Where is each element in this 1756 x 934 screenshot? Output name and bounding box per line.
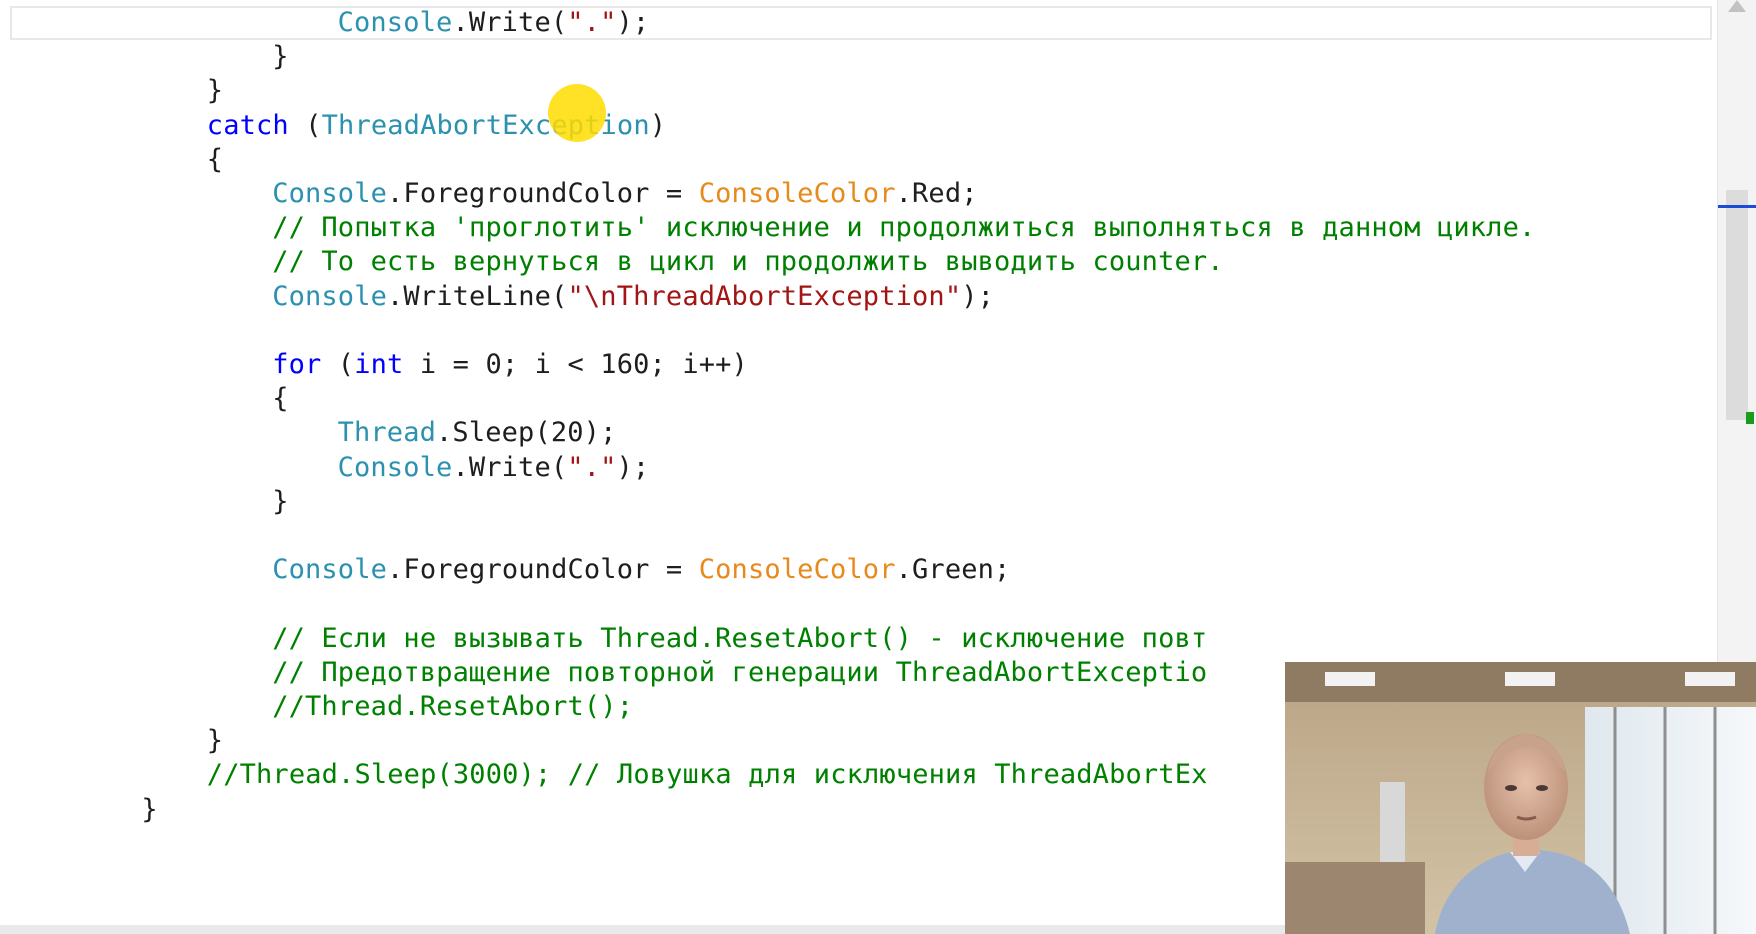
webcam-image [1285, 662, 1756, 934]
code-line[interactable]: } [207, 72, 223, 110]
code-token: .Write( [452, 7, 568, 38]
code-token: ConsoleColor [698, 554, 896, 586]
code-token: // То есть вернуться в цикл и продолжить… [272, 246, 1224, 278]
code-token: ); [616, 7, 650, 38]
code-token: .Write( [452, 451, 568, 483]
code-token: ) [649, 109, 667, 141]
code-line[interactable]: { [207, 141, 223, 179]
code-token: ); [616, 451, 650, 483]
code-token: .ForegroundColor = [387, 554, 699, 586]
code-token: "." [567, 451, 617, 483]
code-token: ( [321, 349, 355, 380]
code-line[interactable]: Console.WriteLine("\nThreadAbortExceptio… [272, 278, 994, 316]
code-token: .Green; [895, 554, 1011, 586]
code-line[interactable]: Console.ForegroundColor = ConsoleColor.G… [272, 551, 1010, 589]
code-line[interactable]: { [272, 380, 288, 418]
code-line[interactable]: } [207, 722, 223, 760]
code-token: Console [337, 451, 453, 483]
scroll-position-marker [1718, 205, 1756, 208]
code-token: .ForegroundColor = [387, 178, 699, 209]
code-token: "\nThreadAbortException" [567, 280, 962, 312]
code-line[interactable]: for (int i = 0; i < 160; i++) [272, 346, 748, 384]
code-token: } [206, 75, 224, 107]
code-token: // Если не вызывать Thread.ResetAbort() … [272, 622, 1208, 654]
code-token: } [272, 41, 289, 73]
code-token: Console [272, 280, 388, 312]
presenter-webcam-overlay [1285, 662, 1756, 934]
scroll-change-marker [1746, 412, 1754, 424]
code-line[interactable]: //Thread.Sleep(3000); // Ловушка для иск… [207, 756, 1208, 794]
code-token: Console [272, 178, 388, 209]
code-line[interactable]: // То есть вернуться в цикл и продолжить… [272, 243, 1224, 281]
code-line[interactable]: } [272, 483, 288, 521]
code-token: ConsoleColor [698, 178, 896, 209]
code-token: { [272, 383, 289, 415]
code-token: // Попытка 'проглотить' исключение и про… [272, 212, 1536, 244]
code-token: "." [567, 7, 617, 38]
code-token: } [141, 793, 158, 825]
code-token: int [354, 349, 404, 380]
code-line[interactable]: } [141, 791, 157, 829]
code-line[interactable]: // Если не вызывать Thread.ResetAbort() … [272, 620, 1207, 658]
code-token: //Thread.ResetAbort(); [272, 691, 634, 722]
code-token: Console [337, 7, 453, 38]
scroll-up-arrow-icon[interactable] [1728, 0, 1746, 12]
code-line[interactable]: Console.Write("."); [338, 4, 650, 42]
code-line[interactable]: // Попытка 'проглотить' исключение и про… [272, 209, 1535, 247]
code-token: .WriteLine( [387, 280, 568, 312]
code-token: catch [206, 109, 289, 141]
code-token: } [206, 725, 224, 757]
code-token: Thread [337, 417, 437, 449]
code-token: { [206, 143, 224, 175]
code-token: ( [288, 109, 322, 141]
cursor-highlight-icon [548, 84, 606, 142]
current-line-highlight [10, 6, 1712, 40]
code-token: .Red; [895, 178, 978, 209]
code-token: } [272, 485, 289, 517]
code-line[interactable]: // Предотвращение повторной генерации Th… [272, 654, 1207, 692]
code-token: for [272, 349, 322, 380]
code-line[interactable]: Thread.Sleep(20); [338, 414, 617, 452]
scroll-thumb[interactable] [1726, 190, 1748, 420]
code-token: //Thread.Sleep(3000); // Ловушка для иск… [206, 759, 1208, 791]
code-token: i = 0; i < 160; i++) [403, 349, 748, 380]
code-line[interactable]: } [272, 38, 288, 76]
code-token: // Предотвращение повторной генерации Th… [272, 656, 1208, 688]
code-token: Console [272, 554, 388, 586]
code-line[interactable]: //Thread.ResetAbort(); [272, 688, 633, 726]
code-token: .Sleep(20); [436, 417, 617, 449]
code-line[interactable]: Console.Write("."); [338, 449, 650, 487]
code-line[interactable]: Console.ForegroundColor = ConsoleColor.R… [272, 175, 977, 213]
code-token: ); [961, 280, 995, 312]
